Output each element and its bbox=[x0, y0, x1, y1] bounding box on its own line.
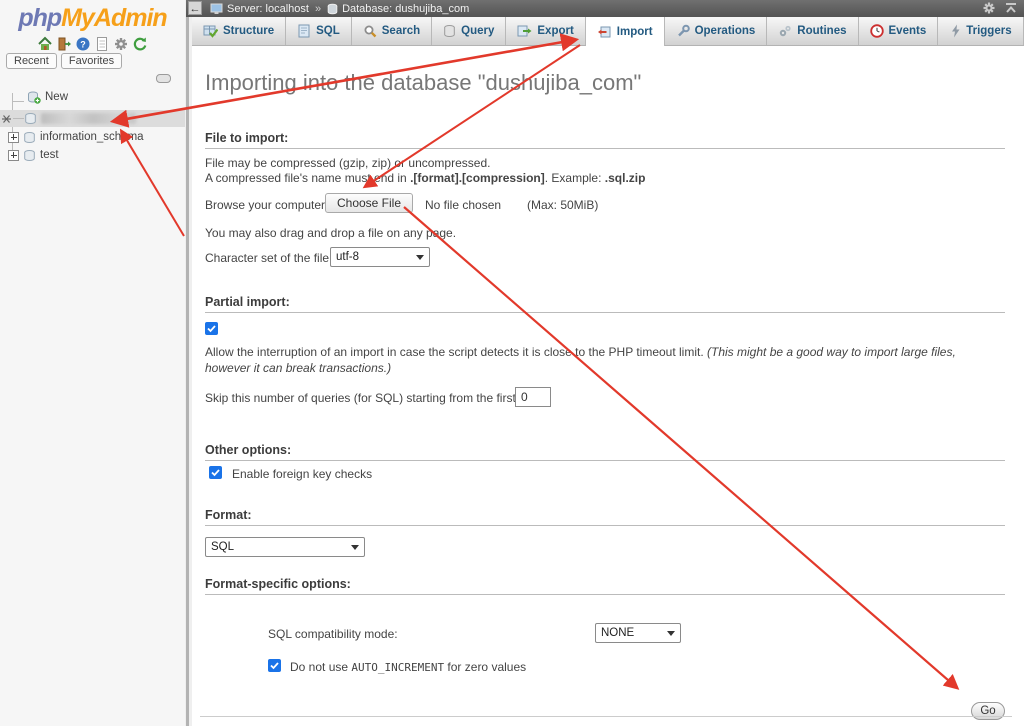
charset-selected-value: utf-8 bbox=[336, 251, 359, 263]
panel-divider-bar bbox=[186, 0, 189, 726]
section-title-file-to-import: File to import: bbox=[205, 131, 1005, 149]
recent-tab[interactable]: Recent bbox=[6, 53, 57, 69]
section-title-partial-import: Partial import: bbox=[205, 295, 1005, 313]
format-select[interactable]: SQL bbox=[205, 537, 365, 557]
logo-php: php bbox=[18, 4, 61, 32]
footer-divider bbox=[200, 716, 1012, 717]
dragdrop-hint: You may also drag and drop a file on any… bbox=[205, 226, 456, 240]
sql-compat-selected-value: NONE bbox=[601, 627, 634, 639]
skip-queries-label: Skip this number of queries (for SQL) st… bbox=[205, 391, 542, 405]
sidebar-panel-tabs: Recent Favorites bbox=[6, 53, 122, 69]
tree-item-new-database[interactable]: New bbox=[12, 89, 68, 105]
description-text: Allow the interruption of an import in c… bbox=[205, 345, 707, 359]
partial-import-description: Allow the interruption of an import in c… bbox=[205, 344, 987, 376]
tree-item-information-schema[interactable]: information_schema bbox=[8, 129, 144, 145]
tree-branch bbox=[12, 93, 24, 102]
foreign-key-checkbox[interactable] bbox=[209, 466, 222, 479]
go-button[interactable]: Go bbox=[971, 702, 1005, 720]
tree-item-selected-database[interactable] bbox=[0, 110, 185, 127]
database-icon bbox=[23, 149, 36, 162]
logout-icon[interactable] bbox=[56, 36, 72, 52]
hint-text: A compressed file's name must end in bbox=[205, 171, 410, 185]
tree-branch bbox=[13, 118, 24, 119]
refresh-icon[interactable] bbox=[132, 36, 148, 52]
label-text: Do not use bbox=[290, 660, 351, 674]
database-icon bbox=[24, 112, 37, 125]
choose-file-button[interactable]: Choose File bbox=[325, 193, 413, 213]
new-database-icon bbox=[27, 90, 41, 104]
tab-import[interactable]: Import bbox=[586, 17, 665, 46]
tree-item-test[interactable]: test bbox=[8, 147, 59, 163]
panel-divider[interactable] bbox=[185, 0, 192, 726]
foreign-key-label: Enable foreign key checks bbox=[232, 467, 372, 481]
label-code: AUTO_INCREMENT bbox=[351, 661, 444, 674]
import-icon bbox=[597, 25, 612, 39]
home-icon[interactable] bbox=[37, 36, 53, 52]
favorites-tab[interactable]: Favorites bbox=[61, 53, 122, 69]
page-title: Importing into the database "dushujiba_c… bbox=[205, 70, 641, 96]
tree-item-label: test bbox=[40, 149, 59, 161]
settings-icon[interactable] bbox=[113, 36, 129, 52]
label-text: for zero values bbox=[444, 660, 526, 674]
skip-queries-input[interactable] bbox=[515, 387, 551, 407]
no-file-chosen-text: No file chosen bbox=[425, 198, 501, 212]
import-form: Importing into the database "dushujiba_c… bbox=[192, 0, 1024, 726]
tree-item-label: information_schema bbox=[40, 131, 144, 143]
expand-plus-icon[interactable] bbox=[8, 150, 19, 161]
section-title-format: Format: bbox=[205, 508, 1005, 526]
file-compress-hint: File may be compressed (gzip, zip) or un… bbox=[205, 156, 490, 170]
navigation-sidebar: phpMyAdmin ? Recent Favorites New bbox=[0, 0, 185, 726]
chevron-down-icon bbox=[667, 631, 675, 636]
sql-compat-label: SQL compatibility mode: bbox=[268, 627, 398, 641]
browse-label: Browse your computer: bbox=[205, 198, 328, 212]
tree-item-label: New bbox=[45, 91, 68, 103]
chevron-down-icon bbox=[416, 255, 424, 260]
phpmyadmin-import-page: phpMyAdmin ? Recent Favorites New bbox=[0, 0, 1024, 726]
zero-autoincrement-checkbox[interactable] bbox=[268, 659, 281, 672]
zero-autoincrement-label: Do not use AUTO_INCREMENT for zero value… bbox=[290, 660, 526, 674]
phpmyadmin-logo: phpMyAdmin bbox=[0, 4, 185, 33]
hint-example: .sql.zip bbox=[605, 171, 646, 185]
charset-select[interactable]: utf-8 bbox=[330, 247, 430, 267]
expand-plus-icon[interactable] bbox=[8, 132, 19, 143]
selected-pointer-icon bbox=[1, 113, 13, 125]
section-title-other-options: Other options: bbox=[205, 443, 1005, 461]
max-size-text: (Max: 50MiB) bbox=[527, 198, 598, 212]
charset-label: Character set of the file: bbox=[205, 251, 332, 265]
help-icon[interactable]: ? bbox=[75, 36, 91, 52]
format-selected-value: SQL bbox=[211, 541, 234, 553]
blurred-database-name bbox=[41, 113, 136, 124]
partial-import-checkbox[interactable] bbox=[205, 322, 218, 335]
logo-myadmin: MyAdmin bbox=[61, 4, 167, 32]
database-icon bbox=[23, 131, 36, 144]
chevron-down-icon bbox=[351, 545, 359, 550]
hint-text: . Example: bbox=[545, 171, 605, 185]
tab-label: Import bbox=[617, 26, 653, 38]
file-naming-hint: A compressed file's name must end in .[f… bbox=[205, 171, 645, 185]
sidebar-nav-icons: ? bbox=[0, 36, 185, 52]
sql-compat-select[interactable]: NONE bbox=[595, 623, 681, 643]
panel-resize-handle[interactable] bbox=[156, 74, 171, 83]
hint-format-pattern: .[format].[compression] bbox=[410, 171, 545, 185]
svg-text:?: ? bbox=[80, 40, 86, 50]
section-title-format-specific: Format-specific options: bbox=[205, 577, 1005, 595]
docs-icon[interactable] bbox=[94, 36, 110, 52]
